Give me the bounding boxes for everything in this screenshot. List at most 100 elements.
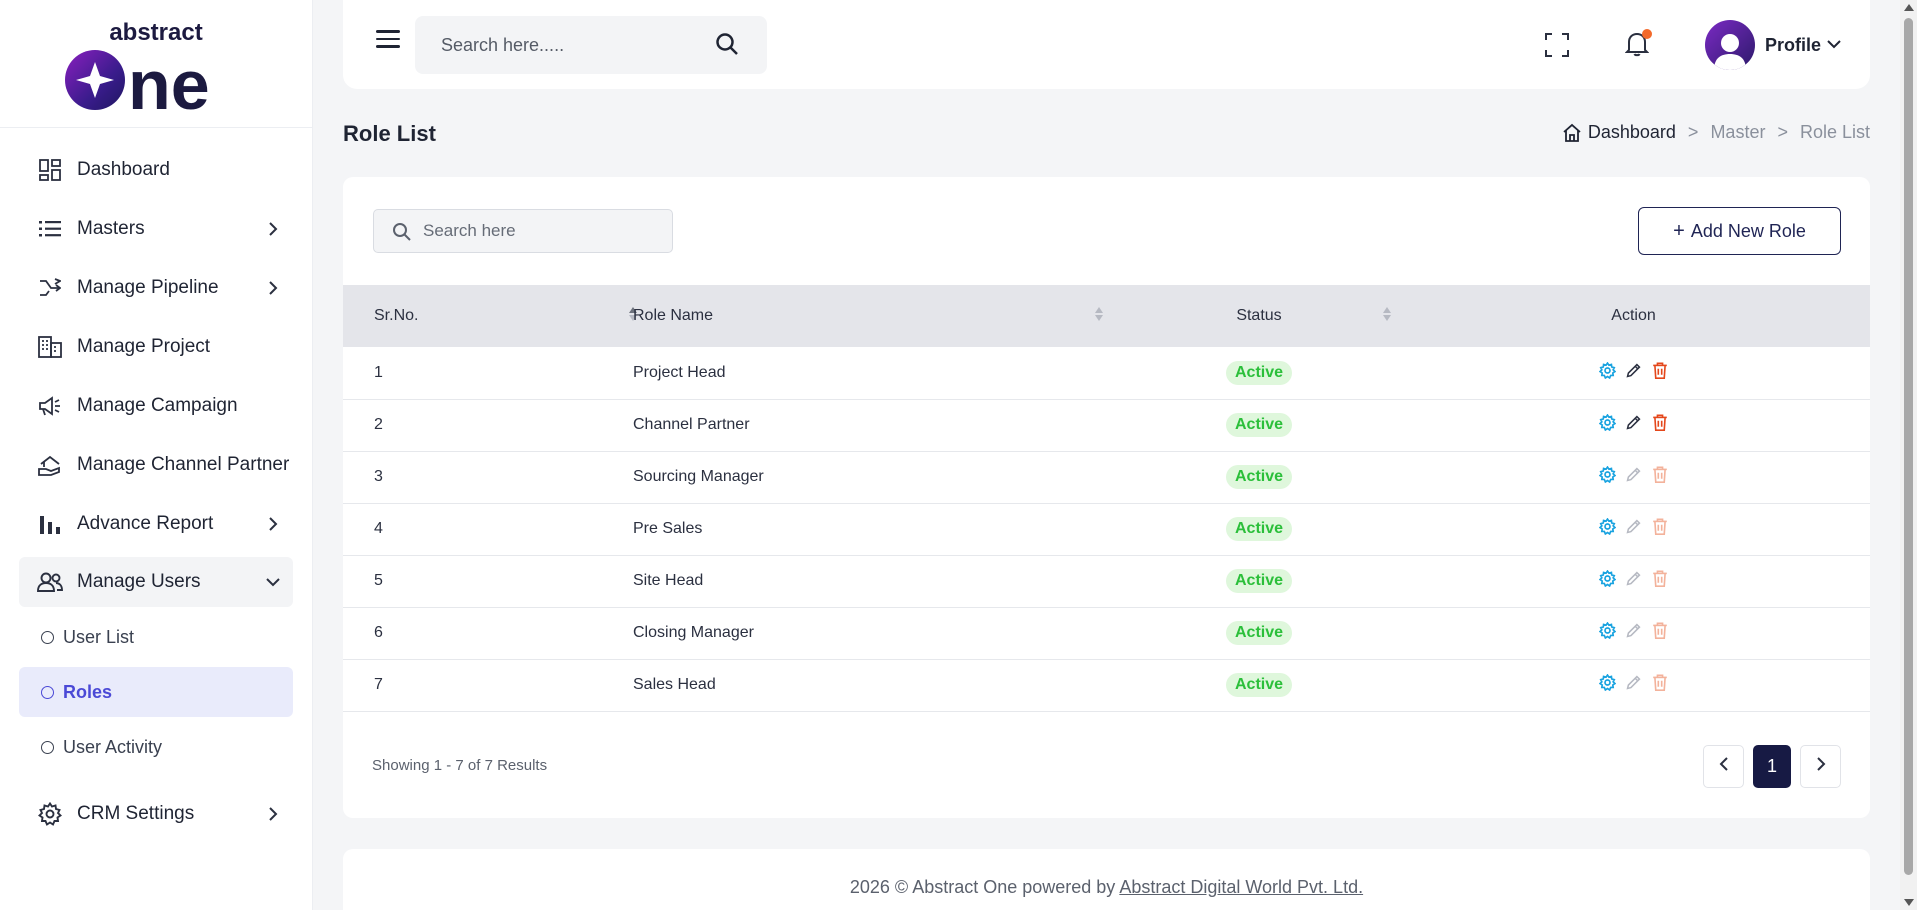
plus-icon: + bbox=[1673, 219, 1685, 242]
pagination: 1 bbox=[1703, 745, 1841, 788]
permissions-gear-icon[interactable] bbox=[1599, 414, 1617, 432]
table-search bbox=[373, 209, 673, 253]
users-icon bbox=[37, 569, 63, 595]
sidebar-item-manage-channel-partner[interactable]: Manage Channel Partner bbox=[19, 435, 293, 494]
dashboard-icon bbox=[37, 157, 63, 183]
sort-icon[interactable] bbox=[1383, 307, 1391, 321]
list-icon bbox=[37, 216, 63, 242]
sidebar-item-label: CRM Settings bbox=[77, 802, 195, 824]
chevron-right-icon bbox=[265, 221, 281, 237]
cell-role-name: Project Head bbox=[633, 363, 726, 381]
delete-trash-icon[interactable] bbox=[1651, 362, 1669, 380]
fullscreen-icon[interactable] bbox=[1545, 33, 1569, 62]
header-search bbox=[415, 16, 767, 74]
sidebar-item-dashboard[interactable]: Dashboard bbox=[19, 140, 293, 199]
permissions-gear-icon[interactable] bbox=[1599, 518, 1617, 536]
sidebar-item-masters[interactable]: Masters bbox=[19, 199, 293, 258]
cell-role-name: Pre Sales bbox=[633, 520, 703, 537]
table-row: 3 Sourcing Manager Active bbox=[343, 451, 1870, 503]
sidebar-nav: Dashboard Masters Manage Pipeline Manage… bbox=[0, 128, 312, 843]
circle-icon bbox=[41, 630, 54, 644]
delete-trash-icon[interactable] bbox=[1651, 414, 1669, 432]
edit-pencil-icon bbox=[1625, 622, 1643, 640]
sidebar-subitem-label: User List bbox=[63, 626, 135, 647]
status-badge: Active bbox=[1225, 569, 1293, 593]
table-row: 6 Closing Manager Active bbox=[343, 607, 1870, 659]
permissions-gear-icon[interactable] bbox=[1599, 622, 1617, 640]
cell-role-name: Sourcing Manager bbox=[633, 468, 764, 485]
home-icon bbox=[1562, 123, 1582, 143]
permissions-gear-icon[interactable] bbox=[1599, 570, 1617, 588]
scrollbar-thumb[interactable] bbox=[1904, 18, 1913, 875]
header-search-input[interactable] bbox=[415, 16, 705, 74]
scroll-up-arrow-icon[interactable] bbox=[1904, 4, 1914, 11]
cell-role-name: Channel Partner bbox=[633, 416, 750, 433]
sidebar-subitem-label: Roles bbox=[63, 681, 113, 702]
column-header-status[interactable]: Status bbox=[1121, 285, 1397, 347]
edit-pencil-icon[interactable] bbox=[1625, 414, 1643, 432]
column-header-label: Status bbox=[1236, 307, 1282, 324]
permissions-gear-icon[interactable] bbox=[1599, 362, 1617, 380]
cell-srno: 5 bbox=[374, 572, 383, 589]
sidebar-item-manage-campaign[interactable]: Manage Campaign bbox=[19, 376, 293, 435]
search-icon[interactable] bbox=[715, 32, 739, 61]
prev-page-button[interactable] bbox=[1703, 745, 1744, 788]
delete-trash-icon bbox=[1651, 622, 1669, 640]
sort-icon[interactable] bbox=[1095, 307, 1103, 321]
sidebar-item-label: Dashboard bbox=[77, 158, 170, 180]
cell-status: Active bbox=[1121, 607, 1397, 659]
permissions-gear-icon[interactable] bbox=[1599, 674, 1617, 692]
sidebar-subitem-user-list[interactable]: User List bbox=[19, 612, 293, 662]
cell-actions bbox=[1397, 659, 1870, 711]
sidebar-subitem-roles[interactable]: Roles bbox=[19, 667, 293, 717]
page-button-current[interactable]: 1 bbox=[1753, 745, 1791, 788]
sidebar-item-manage-users[interactable]: Manage Users bbox=[19, 557, 293, 607]
footer-company-link[interactable]: Abstract Digital World Pvt. Ltd. bbox=[1119, 877, 1363, 897]
bar-chart-icon bbox=[37, 511, 63, 537]
breadcrumb-master[interactable]: Master bbox=[1710, 122, 1765, 143]
profile-menu[interactable]: Profile bbox=[1705, 20, 1841, 70]
cell-srno: 1 bbox=[374, 363, 383, 381]
profile-label: Profile bbox=[1765, 34, 1822, 55]
sidebar-item-advance-report[interactable]: Advance Report bbox=[19, 494, 293, 553]
pipeline-icon bbox=[37, 275, 63, 301]
table-row: 1 Project Head Active bbox=[343, 347, 1870, 399]
cell-status: Active bbox=[1121, 399, 1397, 451]
brand-logo[interactable]: abstract ne bbox=[0, 0, 312, 128]
menu-toggle-icon[interactable] bbox=[376, 30, 400, 50]
cell-srno: 4 bbox=[374, 520, 383, 537]
next-page-button[interactable] bbox=[1800, 745, 1841, 788]
table-search-input[interactable] bbox=[374, 210, 672, 252]
chevron-down-icon bbox=[265, 574, 281, 590]
cell-srno: 7 bbox=[374, 676, 383, 693]
delete-trash-icon bbox=[1651, 674, 1669, 692]
sidebar-subitem-user-activity[interactable]: User Activity bbox=[19, 722, 293, 772]
column-header-role-name[interactable]: Role Name bbox=[633, 285, 1121, 347]
cell-status: Active bbox=[1121, 503, 1397, 555]
breadcrumb-separator: > bbox=[1777, 122, 1788, 142]
status-badge: Active bbox=[1225, 673, 1293, 697]
breadcrumb-current: Role List bbox=[1799, 122, 1870, 142]
top-header: Profile bbox=[343, 0, 1870, 89]
chevron-right-icon bbox=[265, 280, 281, 296]
add-new-role-button[interactable]: + Add New Role bbox=[1638, 207, 1841, 255]
roles-table: Sr.No. Role Name Status Action 1 Project … bbox=[343, 285, 1870, 712]
sidebar-item-label: Manage Campaign bbox=[77, 394, 238, 416]
column-header-srno[interactable]: Sr.No. bbox=[343, 285, 637, 347]
sidebar-item-label: Advance Report bbox=[77, 512, 214, 534]
sidebar-item-manage-pipeline[interactable]: Manage Pipeline bbox=[19, 258, 293, 317]
sidebar-item-manage-project[interactable]: Manage Project bbox=[19, 317, 293, 376]
breadcrumb-home[interactable]: Dashboard bbox=[1562, 122, 1676, 143]
edit-pencil-icon[interactable] bbox=[1625, 362, 1643, 380]
sidebar-item-crm-settings[interactable]: CRM Settings bbox=[19, 784, 293, 843]
scroll-down-arrow-icon[interactable] bbox=[1904, 899, 1914, 906]
chevron-down-icon bbox=[1827, 36, 1841, 54]
cell-actions bbox=[1397, 503, 1870, 555]
status-badge: Active bbox=[1225, 360, 1293, 385]
column-header-label: Action bbox=[1611, 307, 1656, 324]
permissions-gear-icon[interactable] bbox=[1599, 466, 1617, 484]
edit-pencil-icon bbox=[1625, 466, 1643, 484]
page-scrollbar[interactable] bbox=[1900, 0, 1917, 910]
footer-text: 2026 © Abstract One powered by bbox=[849, 877, 1116, 897]
notification-bell-icon[interactable] bbox=[1624, 29, 1652, 62]
